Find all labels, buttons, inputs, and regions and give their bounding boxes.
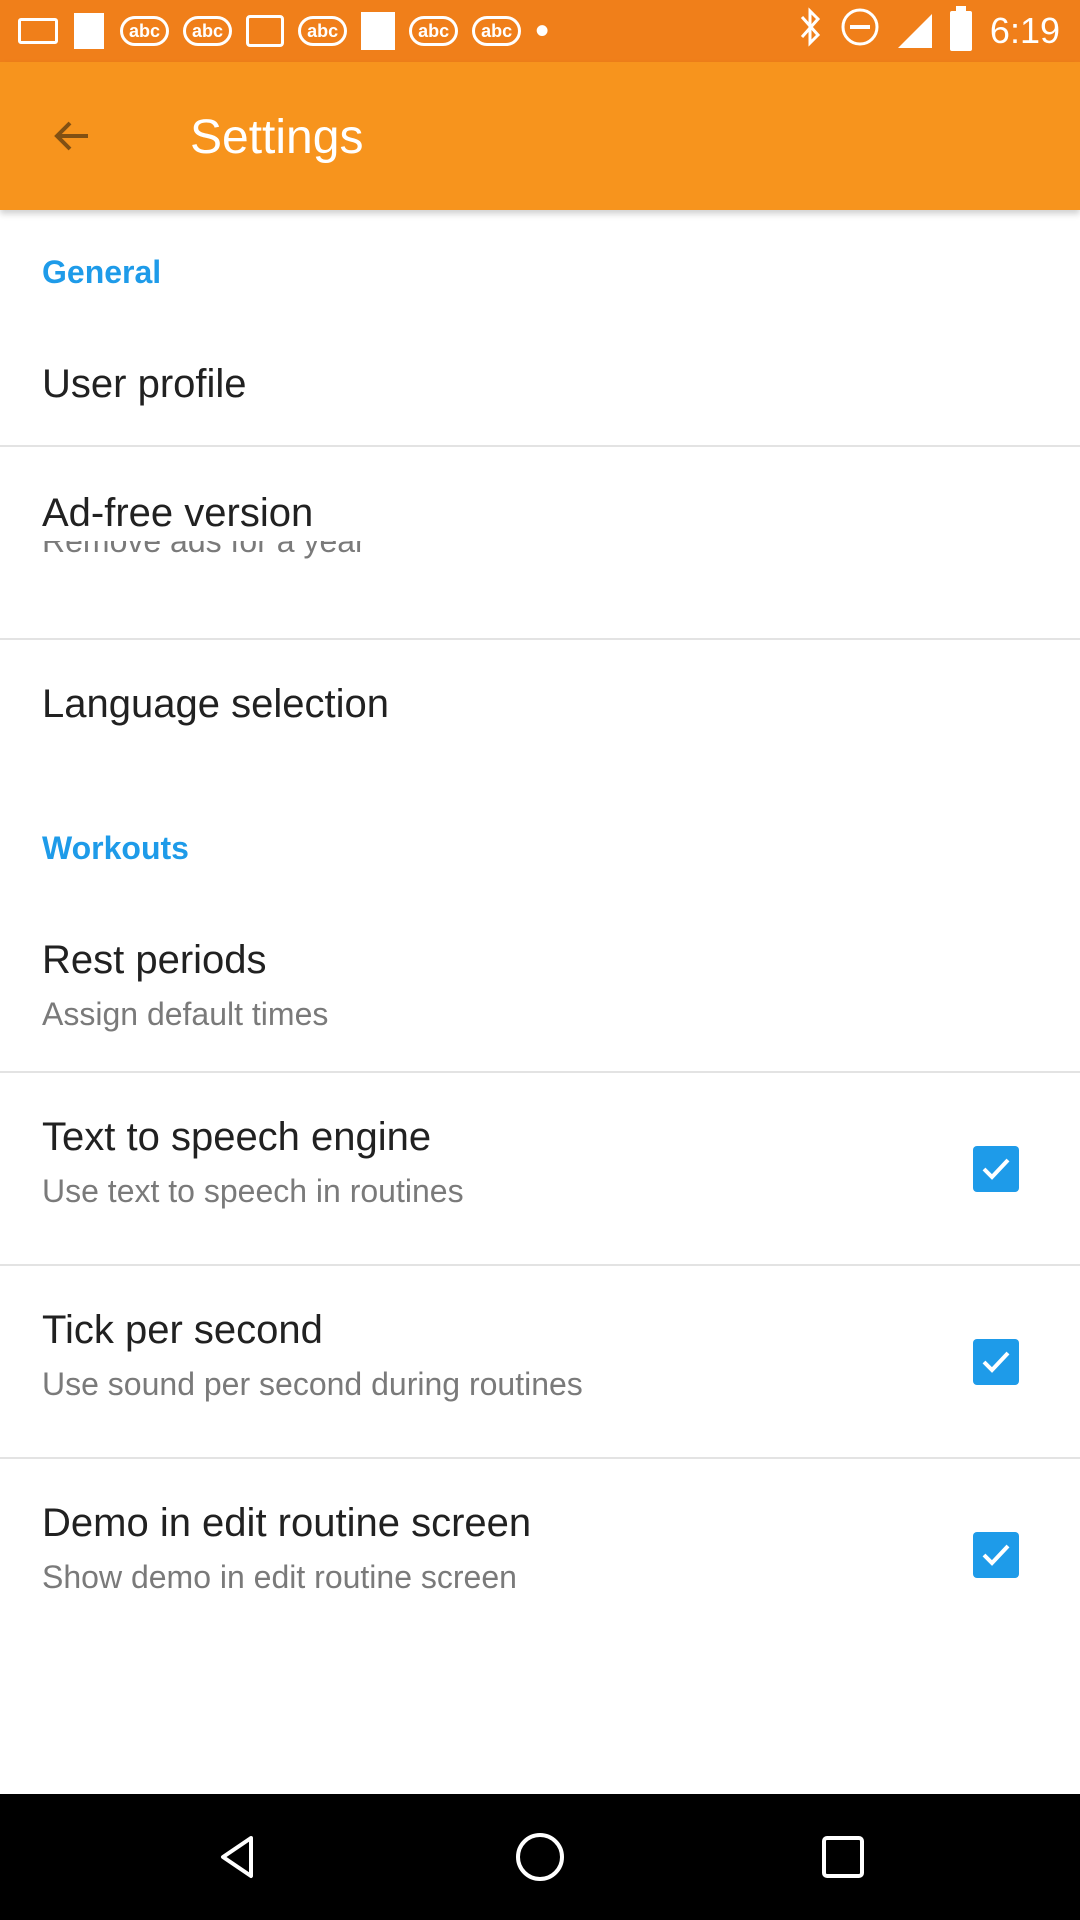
setting-ad-free-version[interactable]: Ad-free version Remove ads for a year	[0, 447, 1080, 639]
abc13-icon: abc	[120, 16, 170, 46]
dot-icon: •	[535, 9, 550, 53]
section-header-workouts: Workouts	[42, 830, 189, 866]
abc13-icon: abc	[472, 16, 522, 46]
mail-icon	[18, 18, 58, 44]
setting-rest-periods[interactable]: Rest periods Assign default times	[0, 896, 1080, 1072]
navigation-bar	[0, 1794, 1080, 1920]
checkmark-icon	[982, 1158, 1010, 1180]
setting-title: Language selection	[42, 682, 389, 726]
square-icon	[361, 12, 396, 50]
notification-icons: abc abc abc abc abc •	[18, 10, 549, 52]
bluetooth-icon	[798, 6, 822, 56]
setting-summary: Use text to speech in routines	[42, 1173, 464, 1209]
battery-icon	[949, 6, 972, 51]
status-icons: 6:19	[798, 6, 1060, 52]
minus-circle-icon	[840, 7, 880, 56]
nav-recents-button[interactable]	[808, 1822, 878, 1892]
abc13-icon: abc	[298, 16, 348, 46]
setting-summary: Remove ads for a year	[42, 541, 366, 559]
app-bar: Settings	[0, 62, 1080, 210]
signal-icon	[897, 14, 932, 48]
chat-icon	[246, 15, 285, 47]
section-header-general: General	[42, 254, 162, 290]
status-time: 6:19	[989, 10, 1060, 51]
image-icon	[72, 11, 106, 51]
setting-summary: Assign default times	[42, 996, 329, 1032]
checkmark-icon	[982, 1351, 1010, 1373]
setting-summary: Use sound per second during routines	[42, 1366, 583, 1402]
setting-title: Ad-free version	[42, 491, 314, 535]
recents-square-icon	[822, 1836, 864, 1878]
nav-home-button[interactable]	[505, 1822, 575, 1892]
demo-edit-routine-checkbox[interactable]	[973, 1532, 1019, 1578]
checkmark-icon	[982, 1544, 1010, 1566]
setting-text-to-speech[interactable]: Text to speech engine Use text to speech…	[0, 1073, 1080, 1265]
setting-title: Text to speech engine	[42, 1115, 432, 1159]
setting-language-selection[interactable]: Language selection	[0, 640, 1080, 780]
text-to-speech-checkbox[interactable]	[973, 1146, 1019, 1192]
setting-title: Demo in edit routine screen	[42, 1501, 532, 1545]
nav-back-button[interactable]	[203, 1822, 273, 1892]
abc13-icon: abc	[409, 16, 459, 46]
setting-user-profile[interactable]: User profile	[0, 320, 1080, 446]
setting-title: Tick per second	[42, 1308, 323, 1352]
setting-title: User profile	[42, 362, 247, 406]
status-bar: abc abc abc abc abc • 6:19	[0, 0, 1080, 62]
arrow-left-icon	[54, 121, 88, 151]
setting-tick-per-second[interactable]: Tick per second Use sound per second dur…	[0, 1266, 1080, 1458]
page-title: Settings	[190, 111, 364, 164]
setting-demo-edit-routine[interactable]: Demo in edit routine screen Show demo in…	[0, 1459, 1080, 1651]
home-circle-icon	[516, 1833, 564, 1881]
setting-title: Rest periods	[42, 938, 267, 982]
abc13-icon: abc	[183, 16, 233, 46]
back-triangle-icon	[221, 1836, 253, 1878]
back-button[interactable]	[34, 98, 110, 174]
setting-summary: Show demo in edit routine screen	[42, 1559, 517, 1595]
tick-per-second-checkbox[interactable]	[973, 1339, 1019, 1385]
